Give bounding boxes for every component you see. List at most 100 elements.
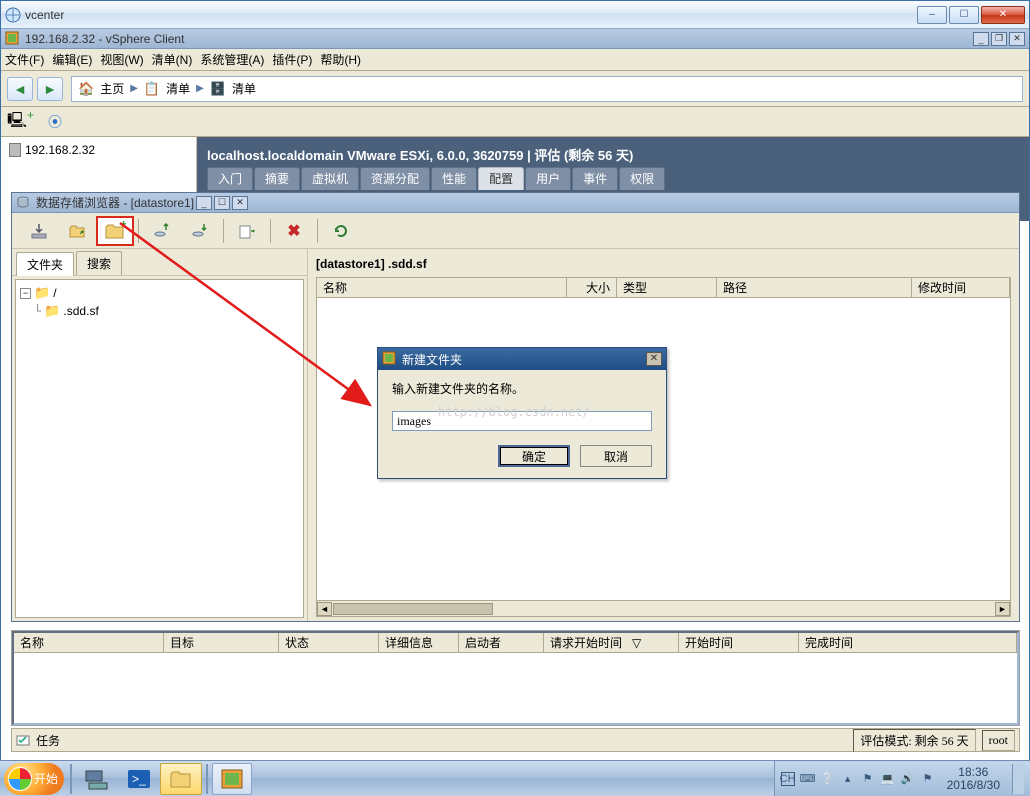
taskbar-powershell[interactable]: >_ — [118, 763, 160, 795]
toolbar-actions: 🖳+ ⦿ — [1, 107, 1029, 137]
menu-inventory[interactable]: 清单(N) — [152, 51, 193, 68]
taskcol-complete[interactable]: 完成时间 — [799, 633, 1017, 652]
ds-download-to-button[interactable] — [181, 216, 219, 246]
tray-collapse-icon[interactable]: ▴ — [841, 772, 855, 786]
clock-time: 18:36 — [947, 766, 1000, 779]
mdi-close-button[interactable]: ✕ — [1009, 32, 1025, 46]
maximize-button[interactable]: ☐ — [949, 6, 979, 24]
tab-config[interactable]: 配置 — [478, 167, 524, 190]
toolbar-separator — [317, 219, 318, 243]
show-desktop-button[interactable] — [1012, 764, 1024, 794]
folder-icon: 📁 — [44, 303, 60, 319]
folder-name-input[interactable] — [392, 411, 652, 431]
tasks-tab-label[interactable]: 任务 — [36, 732, 60, 749]
folder-icon: 📁 — [34, 285, 50, 301]
ds-minimize-button[interactable]: _ — [196, 196, 212, 210]
breadcrumb-inventory[interactable]: 清单 — [166, 80, 190, 97]
tray-keyboard-icon[interactable]: ⌨ — [801, 772, 815, 786]
taskcol-initiator[interactable]: 启动者 — [459, 633, 544, 652]
dialog-close-button[interactable]: ✕ — [646, 352, 662, 366]
menu-view[interactable]: 视图(W) — [100, 51, 143, 68]
scroll-thumb[interactable] — [333, 603, 493, 615]
taskcol-target[interactable]: 目标 — [164, 633, 279, 652]
tab-events[interactable]: 事件 — [572, 167, 618, 190]
windows-taskbar: 开始 >_ CH ⌨ ❔ ▴ ⚑ 💻 🔊 ⚑ 18:36 2016/8/30 — [0, 760, 1030, 796]
menu-edit[interactable]: 编辑(E) — [52, 51, 92, 68]
tab-permissions[interactable]: 权限 — [619, 167, 665, 190]
forward-button[interactable]: ► — [37, 77, 63, 101]
mdi-minimize-button[interactable]: _ — [973, 32, 989, 46]
tree-root[interactable]: − 📁 / — [20, 284, 299, 302]
ds-new-folder-button[interactable]: + — [96, 216, 134, 246]
lang-indicator[interactable]: CH — [781, 772, 795, 786]
taskcol-start[interactable]: 开始时间 — [679, 633, 799, 652]
dialog-icon — [382, 351, 398, 367]
taskbar-vsphere[interactable] — [212, 763, 252, 795]
taskcol-reqstart[interactable]: 请求开始时间 ▽ — [544, 633, 679, 652]
ds-maximize-button[interactable]: ☐ — [214, 196, 230, 210]
menu-file[interactable]: 文件(F) — [5, 51, 44, 68]
ds-refresh-button[interactable] — [322, 216, 360, 246]
tab-vms[interactable]: 虚拟机 — [301, 167, 359, 190]
horizontal-scrollbar[interactable]: ◄ ► — [317, 600, 1010, 616]
menu-help[interactable]: 帮助(H) — [320, 51, 361, 68]
taskcol-name[interactable]: 名称 — [14, 633, 164, 652]
user-status: root — [982, 730, 1015, 751]
ds-up-button[interactable] — [58, 216, 96, 246]
tray-action-center-icon[interactable]: ⚑ — [921, 772, 935, 786]
tab-summary[interactable]: 摘要 — [254, 167, 300, 190]
col-type[interactable]: 类型 — [617, 278, 717, 297]
taskcol-details[interactable]: 详细信息 — [379, 633, 459, 652]
scroll-left-arrow[interactable]: ◄ — [317, 602, 332, 616]
start-button[interactable]: 开始 — [4, 763, 64, 795]
tab-users[interactable]: 用户 — [525, 167, 571, 190]
ds-move-button[interactable] — [228, 216, 266, 246]
ds-tab-folders[interactable]: 文件夹 — [16, 252, 74, 276]
tree-child-label: .sdd.sf — [63, 304, 98, 318]
new-vm-icon[interactable]: 🖳+ — [7, 108, 34, 135]
ds-current-path: [datastore1] .sdd.sf — [316, 253, 1011, 277]
menu-bar: 文件(F) 编辑(E) 视图(W) 清单(N) 系统管理(A) 插件(P) 帮助… — [1, 49, 1029, 71]
minimize-button[interactable]: – — [917, 6, 947, 24]
tree-child[interactable]: └ 📁 .sdd.sf — [20, 302, 299, 320]
col-modified[interactable]: 修改时间 — [912, 278, 1010, 297]
ds-upload-button[interactable] — [143, 216, 181, 246]
mdi-restore-button[interactable]: ❐ — [991, 32, 1007, 46]
scroll-right-arrow[interactable]: ► — [995, 602, 1010, 616]
menu-plugins[interactable]: 插件(P) — [272, 51, 312, 68]
tab-performance[interactable]: 性能 — [431, 167, 477, 190]
host-tab-row: 入门 摘要 虚拟机 资源分配 性能 配置 用户 事件 权限 — [197, 170, 1029, 190]
tab-getting-started[interactable]: 入门 — [207, 167, 253, 190]
breadcrumb-home[interactable]: 主页 — [100, 80, 124, 97]
task-header: 名称 目标 状态 详细信息 启动者 请求开始时间 ▽ 开始时间 完成时间 — [14, 633, 1017, 653]
ds-delete-button[interactable]: ✖ — [275, 216, 313, 246]
breadcrumb[interactable]: 🏠 主页 ▶ 📋 清单 ▶ 🗄️ 清单 — [71, 76, 1023, 102]
taskbar-server-manager[interactable] — [76, 763, 118, 795]
ds-close-button[interactable]: ✕ — [232, 196, 248, 210]
tab-resources[interactable]: 资源分配 — [360, 167, 430, 190]
ok-button[interactable]: 确定 — [498, 445, 570, 467]
ds-tab-search[interactable]: 搜索 — [76, 251, 122, 275]
col-path[interactable]: 路径 — [717, 278, 912, 297]
system-clock[interactable]: 18:36 2016/8/30 — [941, 766, 1006, 792]
tray-sound-icon[interactable]: 🔊 — [901, 772, 915, 786]
taskcol-status[interactable]: 状态 — [279, 633, 379, 652]
tree-node-server[interactable]: 192.168.2.32 — [7, 141, 190, 159]
tray-customize-icon[interactable]: ⚑ — [861, 772, 875, 786]
col-name[interactable]: 名称 — [317, 278, 567, 297]
power-icon[interactable]: ⦿ — [48, 112, 62, 132]
tray-help-icon[interactable]: ❔ — [821, 772, 835, 786]
host-header: localhost.localdomain VMware ESXi, 6.0.0… — [197, 137, 1029, 170]
menu-admin[interactable]: 系统管理(A) — [200, 51, 264, 68]
back-button[interactable]: ◄ — [7, 77, 33, 101]
breadcrumb-inventory2[interactable]: 清单 — [232, 80, 256, 97]
tasks-tab-icon — [16, 733, 30, 747]
tray-network-icon[interactable]: 💻 — [881, 772, 895, 786]
ds-download-button[interactable] — [20, 216, 58, 246]
taskbar-explorer[interactable] — [160, 763, 202, 795]
close-button[interactable]: ✕ — [981, 6, 1025, 24]
dialog-titlebar[interactable]: 新建文件夹 ✕ — [378, 348, 666, 370]
cancel-button[interactable]: 取消 — [580, 445, 652, 467]
col-size[interactable]: 大小 — [567, 278, 617, 297]
collapse-icon[interactable]: − — [20, 288, 31, 299]
